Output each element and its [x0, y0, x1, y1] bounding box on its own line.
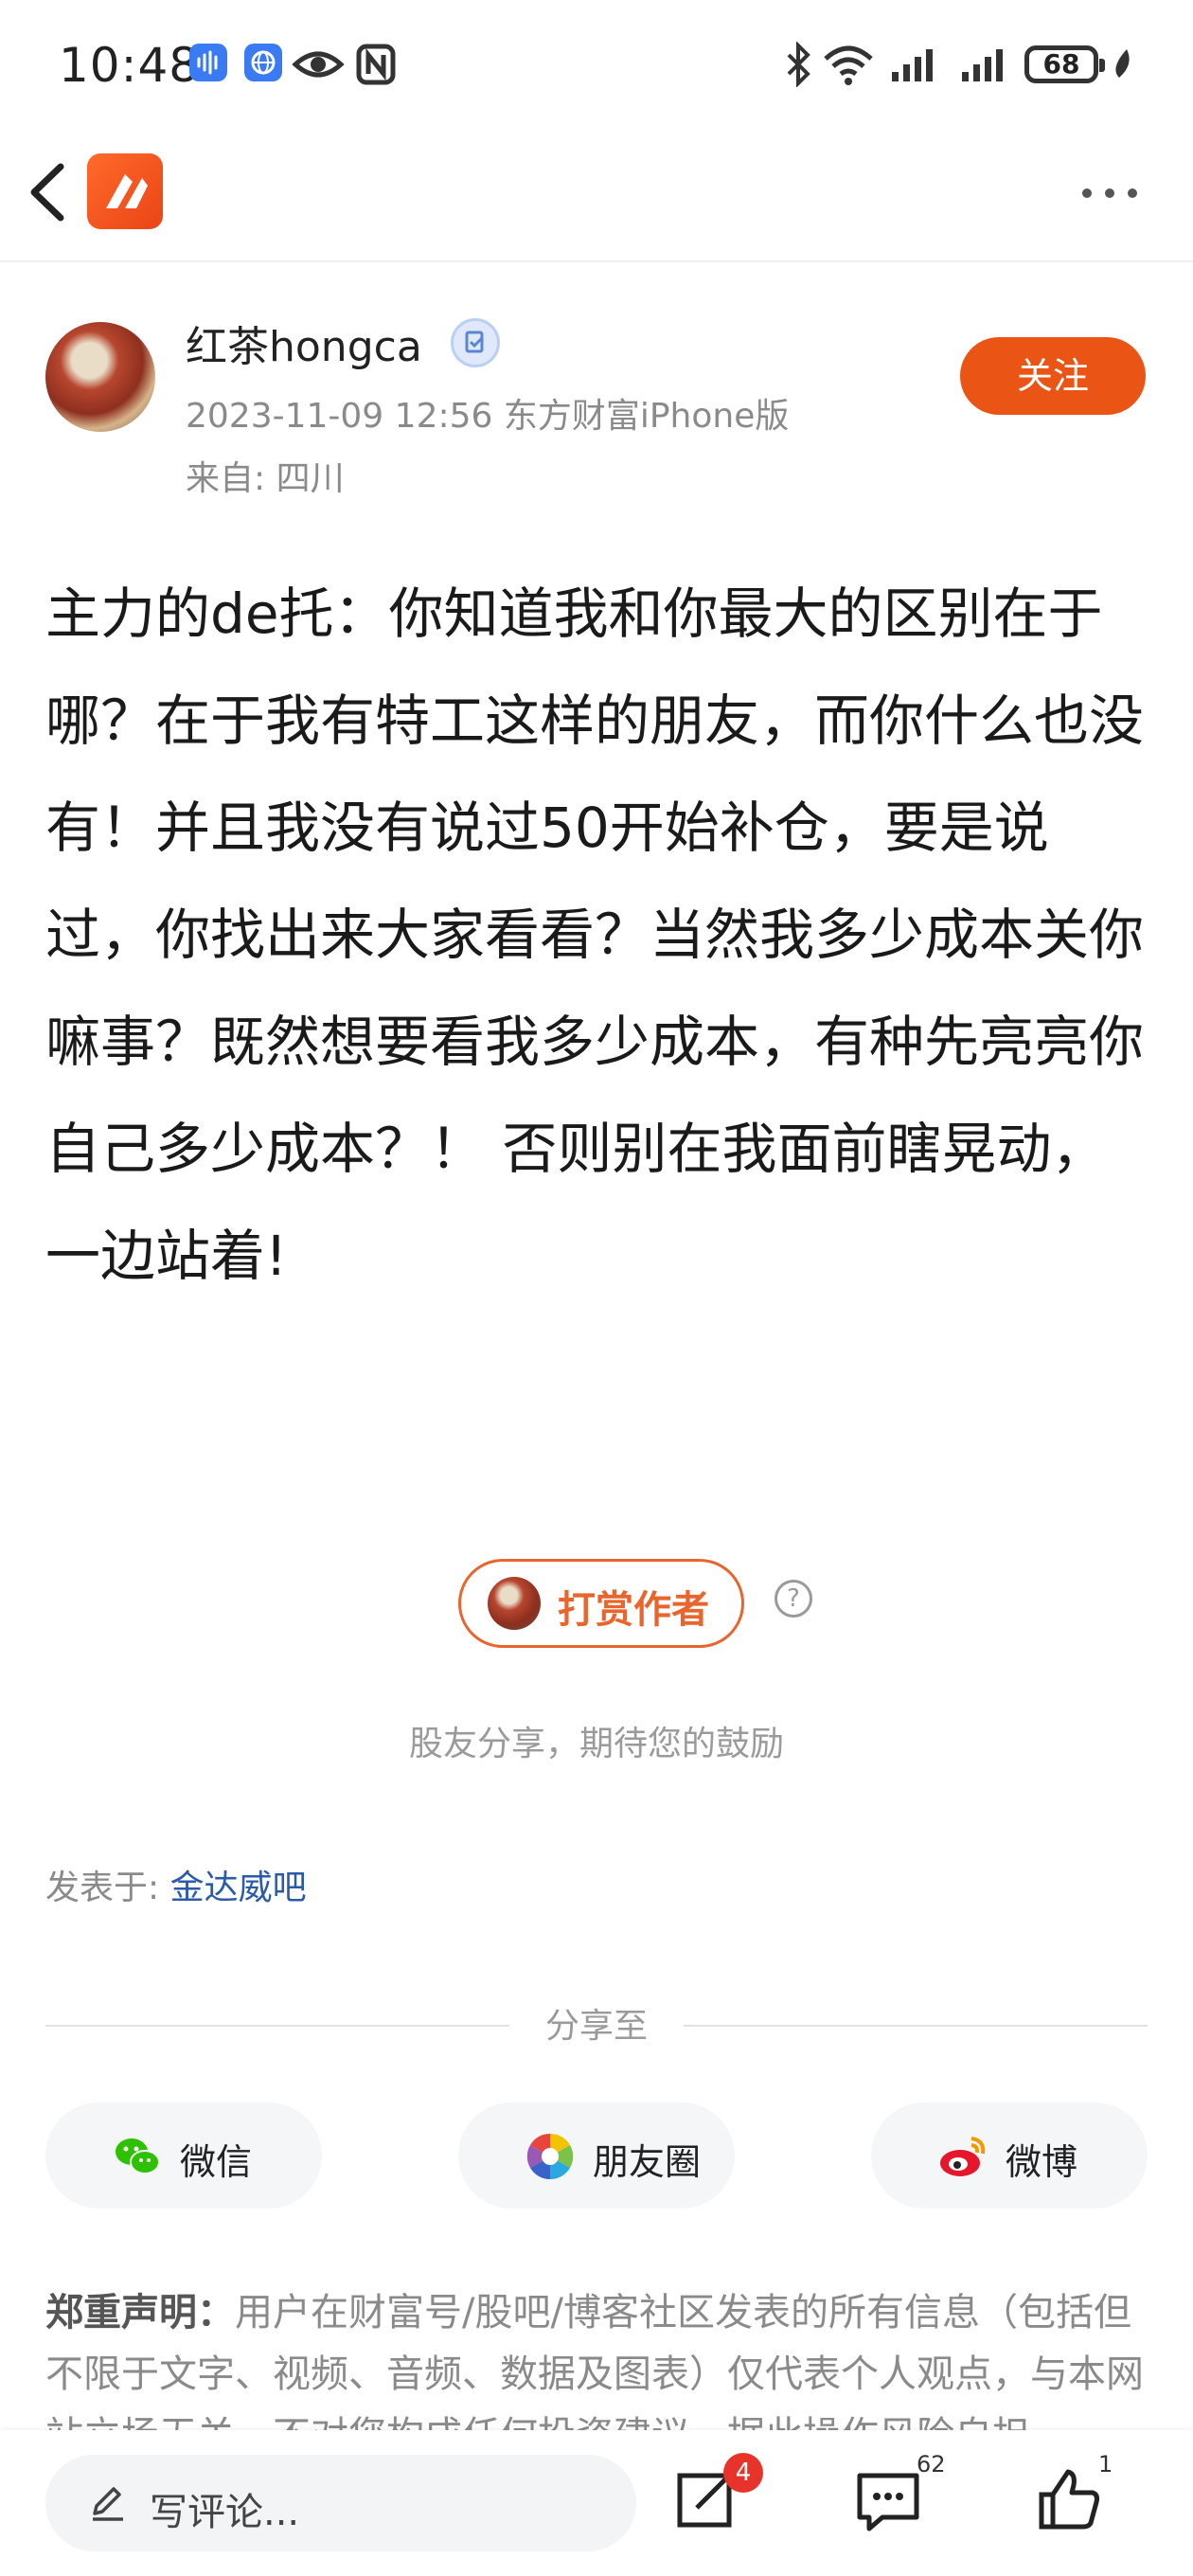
app-logo [87, 153, 163, 229]
posted-in-prefix: 发表于: [45, 1869, 170, 1907]
thumbs-up-icon [1039, 2469, 1099, 2530]
like-button[interactable]: 1 [1032, 2451, 1113, 2538]
status-time: 10:48 [59, 38, 201, 93]
posted-in-bar-link[interactable]: 金达威吧 [170, 1869, 307, 1907]
follow-button[interactable]: 关注 [960, 337, 1146, 415]
reward-author-button[interactable]: 打赏作者 [458, 1559, 744, 1648]
comment-count: 62 [917, 2451, 946, 2478]
disclaimer: 郑重声明：用户在财富号/股吧/博客社区发表的所有信息（包括但不限于文字、视频、音… [45, 2282, 1155, 2434]
share-button[interactable]: 4 [667, 2453, 763, 2538]
reward-encourage-text: 股友分享，期待您的鼓励 [408, 1725, 784, 1763]
share-wechat-label: 微信 [180, 2141, 253, 2183]
status-bar: 10:48 68 [0, 0, 1193, 137]
help-icon[interactable]: ? [775, 1580, 812, 1618]
comment-icon [857, 2473, 919, 2531]
browser-app-icon [244, 44, 282, 81]
wechat-icon [116, 2138, 160, 2174]
wifi-icon [822, 40, 875, 91]
comment-input[interactable]: 写评论... [45, 2455, 636, 2551]
more-dots-icon [1082, 188, 1137, 198]
like-count: 1 [1098, 2451, 1113, 2478]
reward-label: 打赏作者 [558, 1588, 709, 1632]
comment-placeholder: 写评论... [150, 2491, 300, 2534]
bluetooth-icon [784, 41, 812, 91]
verified-badge-icon [451, 318, 500, 367]
signal-icon-1 [890, 45, 943, 87]
share-wechat-button[interactable]: 微信 [45, 2102, 322, 2209]
eye-icon [292, 45, 345, 87]
battery-icon: 68 [1024, 45, 1105, 83]
author-name[interactable]: 红茶hongca [186, 313, 422, 373]
share-divider-right [684, 2025, 1148, 2027]
share-moments-button[interactable]: 朋友圈 [458, 2102, 735, 2209]
reward-avatar [488, 1577, 541, 1630]
share-weibo-button[interactable]: 微博 [871, 2102, 1148, 2209]
voice-app-icon [189, 44, 227, 81]
pencil-icon [93, 2487, 123, 2521]
post-location: 来自: 四川 [186, 459, 345, 498]
posted-in: 发表于: 金达威吧 [45, 1860, 307, 1909]
share-moments-label: 朋友圈 [593, 2141, 702, 2183]
leaf-icon [1108, 47, 1134, 85]
share-weibo-label: 微博 [1006, 2141, 1078, 2183]
share-badge: 4 [723, 2453, 763, 2493]
top-nav-bar [0, 142, 1193, 262]
moments-icon [526, 2133, 574, 2180]
nfc-icon [356, 44, 396, 89]
chevron-left-icon [30, 163, 64, 222]
disclaimer-title: 郑重声明： [45, 2291, 235, 2334]
comment-button[interactable]: 62 [850, 2451, 946, 2538]
share-title: 分享至 [544, 2007, 648, 2046]
post-body: 主力的de托：你知道我和你最大的区别在于哪？在于我有特工这样的朋友，而你什么也没… [45, 581, 1145, 1288]
more-button[interactable] [1076, 176, 1151, 210]
post-meta: 2023-11-09 12:56 东方财富iPhone版 [186, 397, 790, 436]
author-avatar[interactable] [45, 322, 155, 432]
back-button[interactable] [25, 159, 72, 225]
weibo-icon [940, 2137, 986, 2176]
signal-icon-2 [960, 45, 1013, 87]
